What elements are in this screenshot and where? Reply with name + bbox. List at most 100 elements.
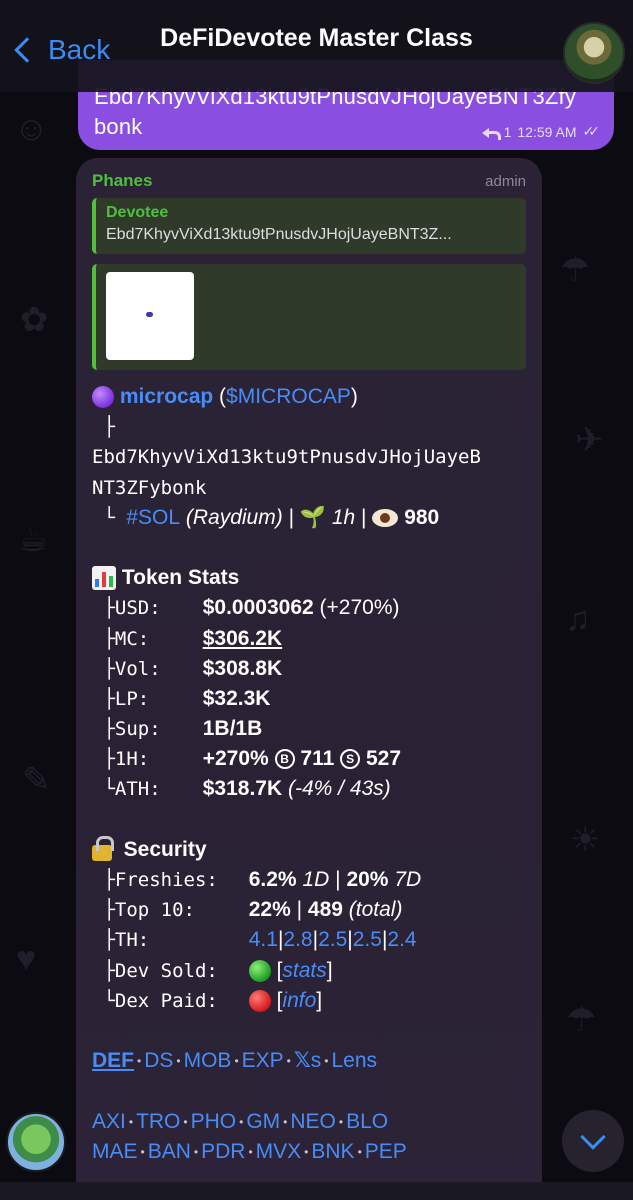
ath-detail: (-4% / 43s) <box>287 777 391 801</box>
separator-dot: • <box>286 1054 291 1069</box>
market-cap-value[interactable]: $306.2K <box>203 624 282 654</box>
eye-icon <box>372 508 399 527</box>
quick-links-row1: DEF • DS • MOB • EXP • 𝕏s • Lens <box>92 1046 526 1076</box>
preview-thumbnail[interactable] <box>106 272 194 360</box>
supply-value: 1B/1B <box>202 717 263 741</box>
separator-dot: • <box>234 1054 239 1069</box>
token-age: 1h <box>331 505 356 529</box>
usd-change: (+270%) <box>319 596 400 620</box>
link-preview[interactable] <box>92 264 526 370</box>
scroll-down-button[interactable] <box>562 1110 624 1172</box>
input-bar-edge <box>0 1182 633 1200</box>
sender-name[interactable]: Phanes <box>92 171 152 191</box>
sender-role: admin <box>485 172 526 190</box>
separator-dot: • <box>248 1144 253 1159</box>
purple-circle-icon <box>92 386 114 409</box>
top-holder-link[interactable]: 2.5 <box>353 928 382 951</box>
chevron-down-icon <box>580 1124 606 1150</box>
sell-count: 527 <box>365 747 402 771</box>
top-holder-link[interactable]: 2.4 <box>387 928 416 951</box>
top-holders-links[interactable]: 4.1|2.8|2.5|2.5|2.4 <box>249 925 417 955</box>
separator-dot: • <box>357 1144 362 1159</box>
tree-branch: ├ <box>92 416 115 439</box>
holders-total: 489 <box>307 898 343 922</box>
view-count: 980 <box>404 505 440 529</box>
quick-link-lens[interactable]: Lens <box>332 1046 378 1076</box>
separator-dot: • <box>283 1114 288 1129</box>
bar-chart-icon <box>92 566 116 591</box>
user-avatar[interactable] <box>6 1112 66 1172</box>
message-time: 12:59 AM <box>517 123 577 140</box>
buy-coin-icon: B <box>274 749 295 770</box>
dev-stats-link[interactable]: stats <box>282 956 326 986</box>
ath-value: $318.7K <box>202 777 283 801</box>
separator-dot: • <box>239 1114 244 1129</box>
quick-links-row3: MAE • BAN • PDR • MVX • BNK • PEP <box>92 1137 526 1167</box>
top-holder-link[interactable]: 4.1 <box>249 928 278 951</box>
quick-link-gm[interactable]: GM <box>246 1107 280 1137</box>
separator-dot: • <box>140 1144 145 1159</box>
dex-name: (Raydium) <box>185 505 283 529</box>
separator-dot: • <box>176 1054 181 1069</box>
x-logo-icon: 𝕏 <box>293 1049 311 1073</box>
green-circle-icon <box>248 959 271 982</box>
top-holder-link[interactable]: 2.8 <box>283 928 312 951</box>
quote-author: Devotee <box>106 204 169 221</box>
double-check-icon: ✓✓ <box>582 123 601 139</box>
reply-icon <box>481 126 501 140</box>
lock-icon <box>92 835 114 861</box>
quick-link-s[interactable]: 𝕏s <box>294 1046 321 1076</box>
separator-dot: • <box>304 1144 309 1159</box>
ticker-link[interactable]: $MICROCAP <box>226 382 351 412</box>
token-address-line1[interactable]: Ebd7KhyvViXd13ktu9tPnusdvJHojUayeB <box>92 442 526 472</box>
quick-link-pho[interactable]: PHO <box>191 1107 237 1137</box>
quick-link-axi[interactable]: AXI <box>92 1107 126 1137</box>
token-stats-title: Token Stats <box>121 566 240 590</box>
quick-link-bnk[interactable]: BNK <box>311 1137 354 1167</box>
quick-link-ds[interactable]: DS <box>144 1046 173 1076</box>
message-meta: 1 12:59 AM ✓✓ <box>481 123 601 140</box>
separator-dot: • <box>137 1054 142 1069</box>
token-name-link[interactable]: microcap <box>120 382 213 412</box>
quick-link-pdr[interactable]: PDR <box>201 1137 245 1167</box>
quick-link-mvx[interactable]: MVX <box>256 1137 302 1167</box>
group-avatar[interactable] <box>563 22 625 84</box>
quick-link-mob[interactable]: MOB <box>184 1046 232 1076</box>
quick-link-blo[interactable]: BLO <box>346 1107 388 1137</box>
buy-count: 711 <box>300 747 335 771</box>
quick-link-pep[interactable]: PEP <box>365 1137 407 1167</box>
top10-percent: 22% <box>248 898 291 922</box>
quote-text: Ebd7KhyvViXd13ktu9tPnusdvJHojUayeBNT3Z..… <box>106 226 452 243</box>
quick-link-exp[interactable]: EXP <box>242 1046 284 1076</box>
separator-dot: • <box>183 1114 188 1129</box>
chain-hashtag[interactable]: #SOL <box>126 503 180 533</box>
liquidity-value: $32.3K <box>202 686 271 710</box>
red-circle-icon <box>248 989 271 1012</box>
separator-dot: • <box>193 1144 199 1159</box>
one-hour-change: +270% <box>202 747 269 771</box>
separator-dot: • <box>324 1054 329 1069</box>
token-logo-icon <box>146 312 153 317</box>
separator-dot: • <box>128 1114 134 1129</box>
volume-value: $308.8K <box>202 656 283 680</box>
chat-header: Back DeFiDevotee Master Class <box>0 0 633 92</box>
token-address-line2[interactable]: NT3ZFybonk <box>92 473 526 503</box>
quick-link-neo[interactable]: NEO <box>290 1107 336 1137</box>
quick-links-row2: AXI • TRO • PHO • GM • NEO • BLO <box>92 1107 526 1137</box>
usd-value: $0.0003062 <box>202 596 314 620</box>
sprout-icon: 🌱 <box>299 505 327 529</box>
reply-count: 1 <box>503 123 512 140</box>
top-holder-link[interactable]: 2.5 <box>318 928 347 951</box>
quick-link-tro[interactable]: TRO <box>136 1107 180 1137</box>
quick-link-ban[interactable]: BAN <box>148 1137 191 1167</box>
reply-quote[interactable]: Devotee Ebd7KhyvViXd13ktu9tPnusdvJHojUay… <box>92 198 526 254</box>
quick-link-def[interactable]: DEF <box>92 1046 134 1076</box>
security-title: Security <box>123 837 207 861</box>
message-body: microcap ($MICROCAP) ├ Ebd7KhyvViXd13ktu… <box>92 382 526 1167</box>
chat-title[interactable]: DeFiDevotee Master Class <box>0 24 633 53</box>
sell-coin-icon: S <box>340 749 361 770</box>
incoming-message[interactable]: Phanes admin Devotee Ebd7KhyvViXd13ktu9t… <box>76 158 542 1200</box>
separator-dot: • <box>338 1114 344 1129</box>
quick-link-mae[interactable]: MAE <box>92 1137 138 1167</box>
dex-info-link[interactable]: info <box>282 986 316 1016</box>
